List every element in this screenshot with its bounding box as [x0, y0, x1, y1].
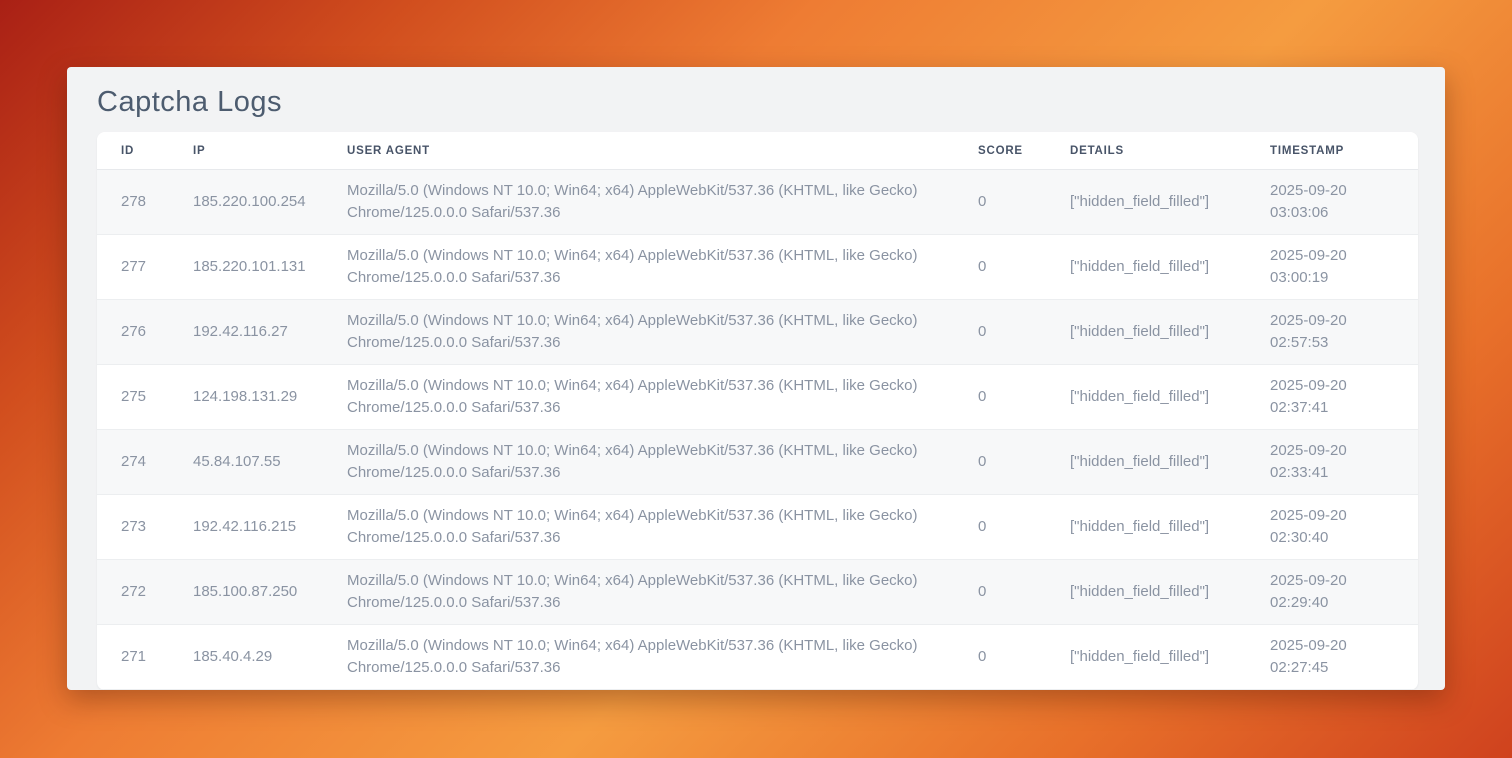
page-background: { "page": { "title": "Captcha Logs" }, "…: [0, 0, 1512, 758]
column-header-timestamp: TIMESTAMP: [1270, 132, 1418, 170]
captcha-logs-card: Captcha Logs IDIPUSER AGENTSCOREDETAILST…: [67, 67, 1445, 690]
cell-id: 276: [97, 300, 193, 365]
cell-timestamp: 2025-09-20 02:29:40: [1270, 560, 1418, 625]
cell-details: ["hidden_field_filled"]: [1070, 560, 1270, 625]
cell-id: 278: [97, 170, 193, 235]
cell-score: 0: [978, 170, 1070, 235]
table-row: 277 185.220.101.131 Mozilla/5.0 (Windows…: [97, 235, 1418, 300]
cell-user-agent: Mozilla/5.0 (Windows NT 10.0; Win64; x64…: [347, 170, 978, 235]
cell-score: 0: [978, 625, 1070, 690]
table-header-row: IDIPUSER AGENTSCOREDETAILSTIMESTAMP: [97, 132, 1418, 170]
column-header-user_agent: USER AGENT: [347, 132, 978, 170]
cell-user-agent: Mozilla/5.0 (Windows NT 10.0; Win64; x64…: [347, 300, 978, 365]
cell-ip: 192.42.116.215: [193, 495, 347, 560]
cell-timestamp: 2025-09-20 02:37:41: [1270, 365, 1418, 430]
cell-user-agent: Mozilla/5.0 (Windows NT 10.0; Win64; x64…: [347, 365, 978, 430]
column-header-id: ID: [97, 132, 193, 170]
cell-user-agent: Mozilla/5.0 (Windows NT 10.0; Win64; x64…: [347, 560, 978, 625]
cell-score: 0: [978, 430, 1070, 495]
cell-ip: 124.198.131.29: [193, 365, 347, 430]
cell-id: 275: [97, 365, 193, 430]
table-row: 274 45.84.107.55 Mozilla/5.0 (Windows NT…: [97, 430, 1418, 495]
cell-ip: 192.42.116.27: [193, 300, 347, 365]
cell-score: 0: [978, 365, 1070, 430]
cell-timestamp: 2025-09-20 03:00:19: [1270, 235, 1418, 300]
cell-user-agent: Mozilla/5.0 (Windows NT 10.0; Win64; x64…: [347, 495, 978, 560]
column-header-ip: IP: [193, 132, 347, 170]
cell-user-agent: Mozilla/5.0 (Windows NT 10.0; Win64; x64…: [347, 235, 978, 300]
cell-details: ["hidden_field_filled"]: [1070, 235, 1270, 300]
table-row: 276 192.42.116.27 Mozilla/5.0 (Windows N…: [97, 300, 1418, 365]
cell-id: 274: [97, 430, 193, 495]
page-title: Captcha Logs: [97, 83, 1445, 121]
cell-timestamp: 2025-09-20 02:57:53: [1270, 300, 1418, 365]
cell-details: ["hidden_field_filled"]: [1070, 300, 1270, 365]
cell-ip: 185.40.4.29: [193, 625, 347, 690]
cell-timestamp: 2025-09-20 02:27:45: [1270, 625, 1418, 690]
cell-score: 0: [978, 300, 1070, 365]
table-header: IDIPUSER AGENTSCOREDETAILSTIMESTAMP: [97, 132, 1418, 170]
cell-ip: 185.220.100.254: [193, 170, 347, 235]
cell-timestamp: 2025-09-20 02:33:41: [1270, 430, 1418, 495]
cell-ip: 45.84.107.55: [193, 430, 347, 495]
cell-id: 277: [97, 235, 193, 300]
cell-user-agent: Mozilla/5.0 (Windows NT 10.0; Win64; x64…: [347, 625, 978, 690]
column-header-score: SCORE: [978, 132, 1070, 170]
table-body: 278 185.220.100.254 Mozilla/5.0 (Windows…: [97, 170, 1418, 690]
cell-timestamp: 2025-09-20 02:30:40: [1270, 495, 1418, 560]
column-header-details: DETAILS: [1070, 132, 1270, 170]
captcha-logs-table: IDIPUSER AGENTSCOREDETAILSTIMESTAMP 278 …: [97, 132, 1418, 690]
cell-details: ["hidden_field_filled"]: [1070, 625, 1270, 690]
cell-details: ["hidden_field_filled"]: [1070, 430, 1270, 495]
cell-ip: 185.220.101.131: [193, 235, 347, 300]
cell-timestamp: 2025-09-20 03:03:06: [1270, 170, 1418, 235]
cell-details: ["hidden_field_filled"]: [1070, 495, 1270, 560]
table-row: 271 185.40.4.29 Mozilla/5.0 (Windows NT …: [97, 625, 1418, 690]
cell-details: ["hidden_field_filled"]: [1070, 365, 1270, 430]
cell-score: 0: [978, 235, 1070, 300]
table-row: 278 185.220.100.254 Mozilla/5.0 (Windows…: [97, 170, 1418, 235]
cell-user-agent: Mozilla/5.0 (Windows NT 10.0; Win64; x64…: [347, 430, 978, 495]
cell-score: 0: [978, 560, 1070, 625]
cell-id: 271: [97, 625, 193, 690]
cell-details: ["hidden_field_filled"]: [1070, 170, 1270, 235]
table-row: 275 124.198.131.29 Mozilla/5.0 (Windows …: [97, 365, 1418, 430]
log-table-container: IDIPUSER AGENTSCOREDETAILSTIMESTAMP 278 …: [97, 132, 1418, 690]
table-row: 273 192.42.116.215 Mozilla/5.0 (Windows …: [97, 495, 1418, 560]
table-row: 272 185.100.87.250 Mozilla/5.0 (Windows …: [97, 560, 1418, 625]
cell-id: 272: [97, 560, 193, 625]
cell-id: 273: [97, 495, 193, 560]
cell-score: 0: [978, 495, 1070, 560]
cell-ip: 185.100.87.250: [193, 560, 347, 625]
